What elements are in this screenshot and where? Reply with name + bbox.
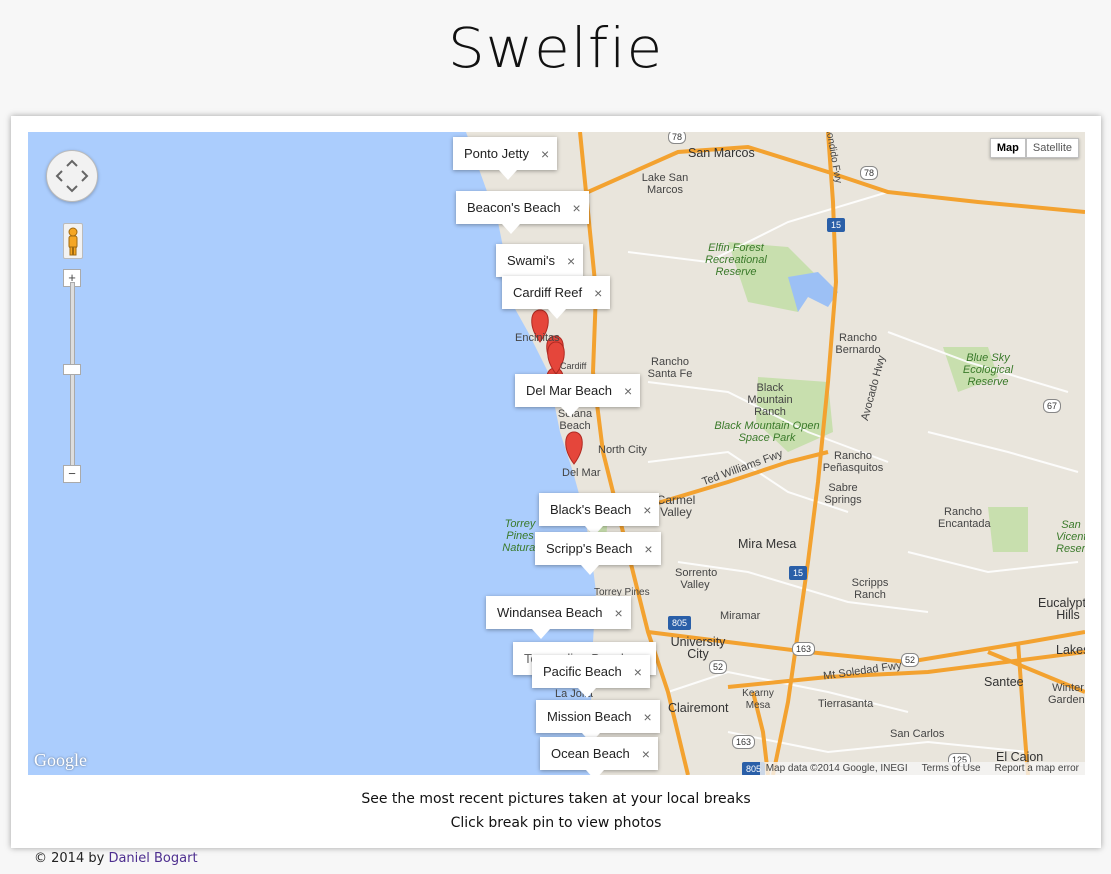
place-label: Rancho Peñasquitos bbox=[822, 450, 884, 474]
place-label: Elfin Forest Recreational Reserve bbox=[705, 242, 767, 278]
route-shield: 805 bbox=[668, 616, 692, 630]
place-label: Lakes bbox=[1056, 643, 1085, 657]
place-label: Mira Mesa bbox=[738, 537, 797, 551]
pin-label-text: Ocean Beach bbox=[551, 746, 630, 761]
pin-label-text: Pacific Beach bbox=[543, 664, 622, 679]
caption-line-2: Click break pin to view photos bbox=[450, 815, 662, 831]
place-label: San Marcos bbox=[688, 146, 755, 160]
map-type-satellite-button[interactable]: Satellite bbox=[1025, 138, 1079, 158]
pin-label-text: Black's Beach bbox=[550, 502, 632, 517]
pin-label-text: Windansea Beach bbox=[497, 605, 603, 620]
place-label: Cardiff bbox=[560, 361, 587, 371]
route-shield: 78 bbox=[860, 166, 879, 180]
place-label: Sabre Springs bbox=[824, 482, 862, 506]
pin-label-ocean-beach[interactable]: Ocean Beach × bbox=[540, 737, 658, 775]
place-label: Encinitas bbox=[515, 332, 560, 344]
pin-label-swamis[interactable]: Swami's × bbox=[496, 244, 584, 287]
place-label: Del Mar bbox=[562, 467, 601, 479]
place-label: Rancho Encantada bbox=[938, 506, 991, 530]
map-type-map-button[interactable]: Map bbox=[989, 138, 1026, 158]
terms-link[interactable]: Terms of Use bbox=[922, 763, 981, 774]
map[interactable]: San Marcos Lake San Marcos Elfin Forest … bbox=[28, 132, 1085, 775]
place-label: University City bbox=[670, 635, 726, 661]
pin-label-text: Mission Beach bbox=[547, 709, 632, 724]
close-icon[interactable]: × bbox=[643, 502, 651, 518]
route-shield: 78 bbox=[668, 132, 687, 144]
pan-arrows-icon bbox=[55, 159, 89, 193]
page-title: Swelfie bbox=[447, 15, 664, 81]
pin-label-pacific-beach[interactable]: Pacific Beach × bbox=[532, 655, 650, 698]
close-icon[interactable]: × bbox=[624, 383, 632, 399]
close-icon[interactable]: × bbox=[615, 605, 623, 621]
close-icon[interactable]: × bbox=[594, 285, 602, 301]
zoom-slider-track[interactable] bbox=[70, 282, 75, 480]
pin-label-mission-beach[interactable]: Mission Beach × bbox=[536, 700, 660, 743]
place-label: Scripps Ranch bbox=[851, 577, 889, 601]
route-shield: 163 bbox=[732, 735, 756, 749]
place-label: Clairemont bbox=[668, 701, 729, 715]
map-type-control: Map Satellite bbox=[989, 138, 1079, 158]
zoom-slider-handle[interactable] bbox=[63, 364, 81, 375]
place-label: Lake San Marcos bbox=[641, 172, 689, 196]
place-label: Blue Sky Ecological Reserve bbox=[962, 352, 1014, 388]
close-icon[interactable]: × bbox=[644, 709, 652, 725]
pin-label-text: Scripp's Beach bbox=[546, 541, 633, 556]
route-shield: 163 bbox=[792, 642, 816, 656]
close-icon[interactable]: × bbox=[634, 664, 642, 680]
place-label: Black Mountain Open Space Park bbox=[714, 420, 820, 444]
pin-label-text: Ponto Jetty bbox=[464, 146, 530, 161]
pin-label-text: Beacon's Beach bbox=[467, 200, 561, 215]
route-shield: 52 bbox=[901, 653, 920, 667]
place-label: San Vicente Reservoir bbox=[1056, 519, 1085, 555]
place-label: Winter Gardens bbox=[1048, 682, 1085, 706]
report-error-link[interactable]: Report a map error bbox=[995, 763, 1079, 774]
place-label: Rancho Santa Fe bbox=[647, 356, 693, 380]
map-attribution: Map data ©2014 Google, INEGI Terms of Us… bbox=[759, 762, 1085, 775]
author-link[interactable]: Daniel Bogart bbox=[108, 851, 197, 866]
pin-label-blacks-beach[interactable]: Black's Beach × bbox=[539, 493, 660, 536]
close-icon[interactable]: × bbox=[573, 200, 581, 216]
place-label: Eucalyptus Hills bbox=[1038, 596, 1085, 622]
place-label: Carmel Valley bbox=[656, 493, 696, 519]
place-label: Sorrento Valley bbox=[675, 567, 718, 591]
pin-label-beacons-beach[interactable]: Beacon's Beach × bbox=[456, 191, 589, 234]
map-data-text: Map data ©2014 Google, INEGI bbox=[765, 763, 908, 774]
place-label: Kearny Mesa bbox=[742, 688, 774, 711]
pin-label-scripps-beach[interactable]: Scripp's Beach × bbox=[535, 532, 661, 575]
street-view-pegman-icon[interactable] bbox=[63, 223, 83, 259]
map-card: San Marcos Lake San Marcos Elfin Forest … bbox=[11, 116, 1101, 848]
close-icon[interactable]: × bbox=[644, 541, 652, 557]
pin-label-windansea-beach[interactable]: Windansea Beach × bbox=[486, 596, 631, 639]
pin-label-text: Swami's bbox=[507, 253, 555, 268]
copyright-prefix: © 2014 by bbox=[34, 851, 105, 866]
pan-control[interactable] bbox=[46, 150, 98, 202]
close-icon[interactable]: × bbox=[642, 746, 650, 762]
caption-line-1: See the most recent pictures taken at yo… bbox=[361, 791, 751, 807]
close-icon[interactable]: × bbox=[541, 146, 549, 162]
place-label: North City bbox=[598, 444, 647, 456]
pin-label-cardiff-reef[interactable]: Cardiff Reef × bbox=[502, 276, 611, 319]
pin-label-text: Cardiff Reef bbox=[513, 285, 583, 300]
place-label: Tierrasanta bbox=[818, 698, 874, 710]
route-shield: 67 bbox=[1043, 399, 1062, 413]
route-shield: 15 bbox=[789, 566, 808, 580]
place-label: Santee bbox=[984, 675, 1024, 689]
pin-label-del-mar-beach[interactable]: Del Mar Beach × bbox=[515, 374, 641, 417]
close-icon[interactable]: × bbox=[567, 253, 575, 269]
zoom-out-button[interactable]: − bbox=[63, 465, 81, 483]
pin-label-ponto-jetty[interactable]: Ponto Jetty × bbox=[453, 137, 558, 180]
place-label: San Carlos bbox=[890, 728, 945, 740]
place-label: Black Mountain Ranch bbox=[747, 382, 793, 418]
route-shield: 52 bbox=[709, 660, 728, 674]
place-label: Miramar bbox=[720, 610, 761, 622]
route-shield: 15 bbox=[827, 218, 846, 232]
place-label: Rancho Bernardo bbox=[835, 332, 881, 356]
copyright: © 2014 by Daniel Bogart bbox=[34, 851, 198, 866]
google-logo: Google bbox=[34, 750, 87, 770]
pin-label-text: Del Mar Beach bbox=[526, 383, 612, 398]
